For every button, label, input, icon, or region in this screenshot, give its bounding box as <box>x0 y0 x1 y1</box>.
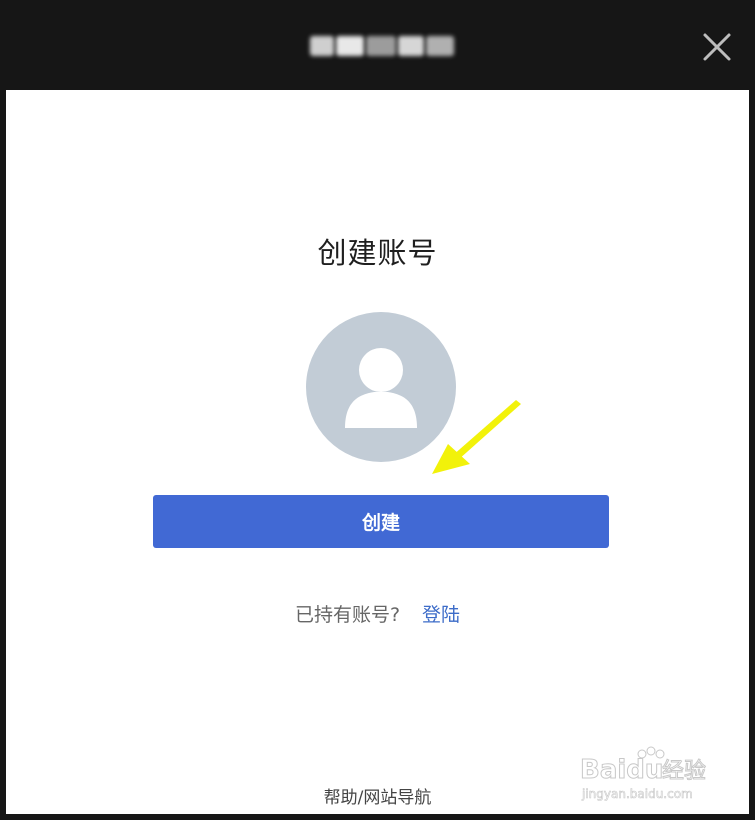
login-link[interactable]: 登陆 <box>422 604 460 626</box>
login-row: 已持有账号? 登陆 <box>6 600 749 627</box>
baidu-watermark: Baidu 经验 jingyan.baidu.com <box>580 746 707 801</box>
watermark-brand-suffix: 经验 <box>662 759 706 784</box>
annotation-arrow <box>432 400 521 474</box>
watermark-brand: Baidu <box>580 755 663 785</box>
dialog-content: 创建账号 创建 已持有账号? 登陆 帮助/网站导航 <box>6 90 749 814</box>
page-title: 创建账号 <box>317 236 438 270</box>
watermark-url: jingyan.baidu.com <box>581 787 693 801</box>
create-button[interactable]: 创建 <box>153 495 609 548</box>
close-icon <box>703 33 731 61</box>
title-bar <box>6 0 749 90</box>
blurred-logo <box>306 32 458 60</box>
close-button[interactable] <box>694 24 740 70</box>
dialog-frame: 创建账号 创建 已持有账号? 登陆 帮助/网站导航 Baidu 经验 jingya… <box>0 0 755 820</box>
have-account-text: 已持有账号? <box>294 604 401 626</box>
